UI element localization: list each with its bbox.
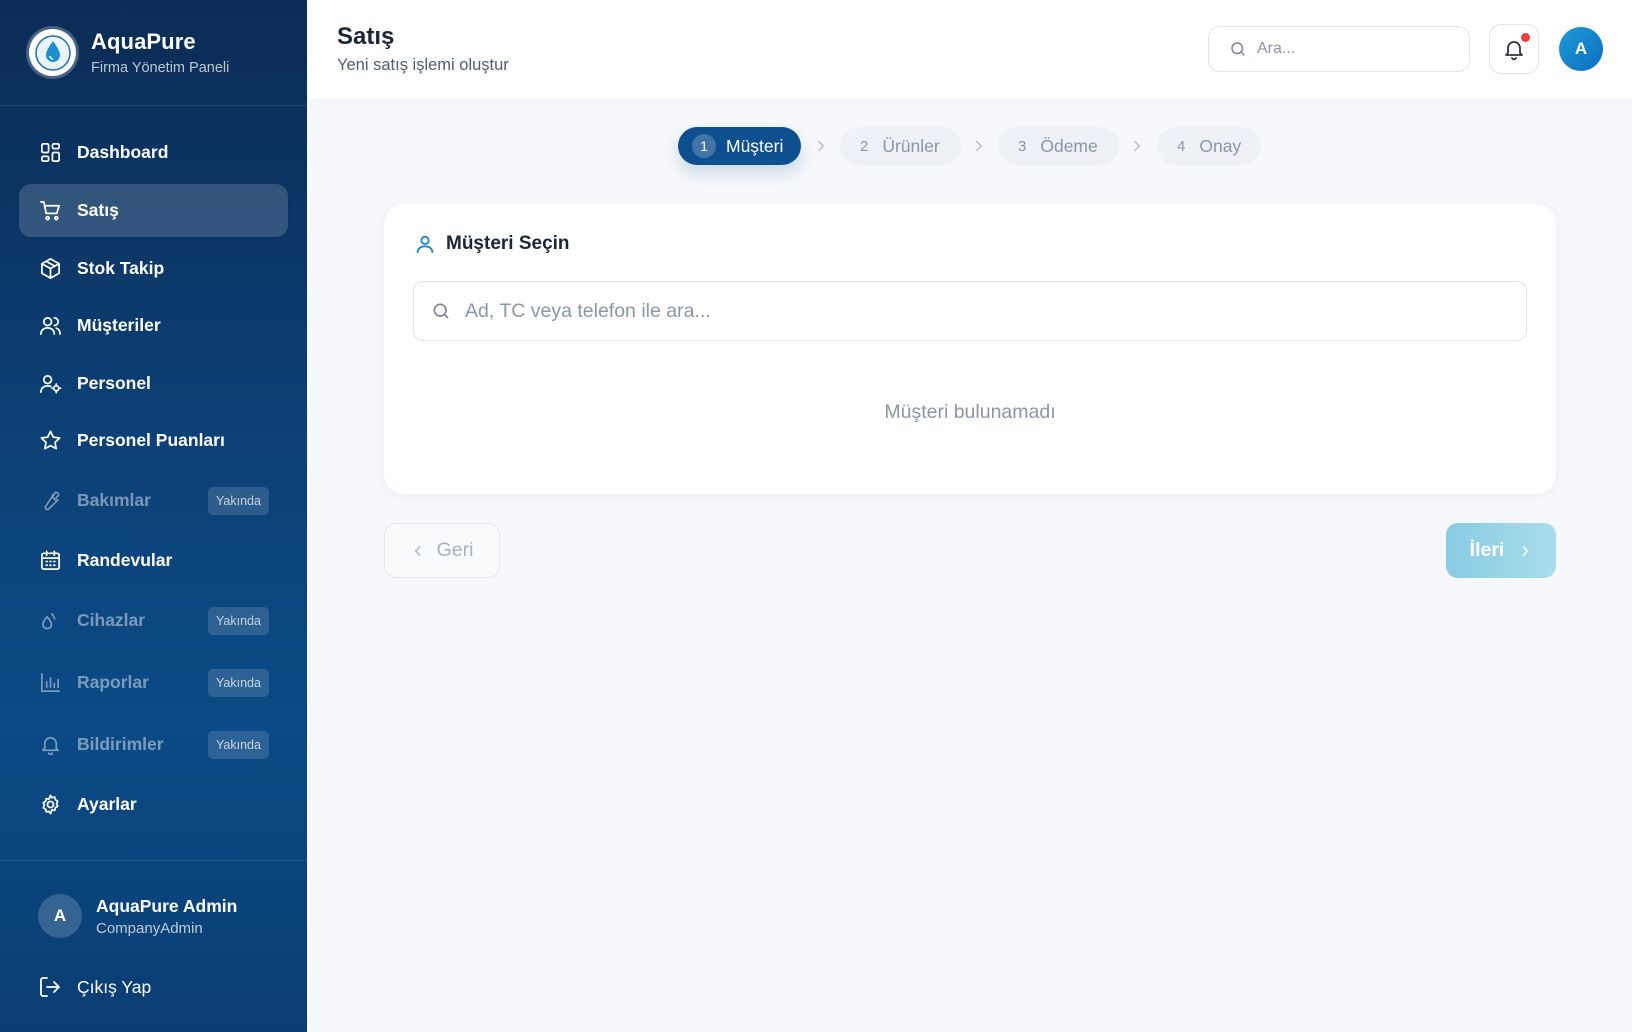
users-icon — [38, 314, 62, 338]
sidebar-item-label: Bakımlar — [77, 490, 151, 510]
gear-icon — [38, 793, 62, 817]
search-input[interactable]: Ara... — [1208, 26, 1470, 72]
step-number: 1 — [692, 134, 716, 158]
step-label: Ürünler — [882, 135, 940, 156]
search-icon — [1231, 42, 1245, 56]
logout-button[interactable]: Çıkış Yap — [38, 975, 151, 999]
coming-soon-badge: Yakında — [208, 606, 269, 635]
sidebar-item-personel[interactable]: Personel — [19, 357, 288, 410]
top-header: Satış Yeni satış işlemi oluştur Ara... A — [307, 0, 1632, 98]
logout-icon — [38, 975, 62, 999]
back-button[interactable]: Geri — [384, 523, 500, 578]
sidebar-user[interactable]: A AquaPure Admin CompanyAdmin — [38, 894, 237, 938]
step-number: 3 — [1018, 137, 1027, 155]
next-button[interactable]: İleri — [1446, 523, 1556, 578]
sidebar-item-label: Personel — [77, 373, 151, 393]
user-icon — [416, 235, 434, 254]
user-name: AquaPure Admin — [96, 895, 238, 916]
sidebar-item-ayarlar[interactable]: Ayarlar — [19, 778, 288, 831]
sidebar-item-musteriler[interactable]: Müşteriler — [19, 299, 288, 352]
sidebar-item-label: Müşteriler — [77, 315, 161, 335]
sidebar-item-label: Personel Puanları — [77, 430, 225, 450]
user-role: CompanyAdmin — [96, 919, 203, 937]
brand-subtitle: Firma Yönetim Paneli — [91, 60, 230, 76]
search-icon — [433, 303, 449, 319]
cart-icon — [38, 199, 62, 223]
sidebar-item-label: Cihazlar — [77, 610, 146, 630]
sidebar-item-satis[interactable]: Satış — [19, 184, 288, 237]
page-title: Satış — [337, 23, 395, 50]
chevron-right-icon — [818, 140, 825, 152]
sidebar-item-raporlar: Raporlar Yakında — [19, 656, 288, 709]
step-number: 4 — [1177, 137, 1186, 155]
next-label: İleri — [1469, 539, 1505, 561]
sidebar-item-bakimlar: Bakımlar Yakında — [19, 474, 288, 527]
sidebar-item-personel-puanlari[interactable]: Personel Puanları — [19, 414, 288, 467]
sidebar-item-label: Stok Takip — [77, 258, 165, 278]
empty-state-text: Müşteri bulunamadı — [884, 401, 1056, 423]
coming-soon-badge: Yakında — [208, 730, 269, 759]
brand-name: AquaPure — [91, 29, 196, 54]
sidebar-item-label: Bildirimler — [77, 734, 164, 754]
star-icon — [38, 429, 62, 453]
calendar-icon — [38, 549, 62, 573]
user-avatar-button[interactable]: A — [1559, 27, 1603, 71]
search-placeholder: Ara... — [1257, 40, 1296, 57]
sidebar-item-label: Ayarlar — [77, 794, 137, 814]
package-icon — [38, 257, 62, 281]
chevron-right-icon — [1522, 545, 1529, 556]
card-title: Müşteri Seçin — [414, 233, 570, 255]
logout-label: Çıkış Yap — [77, 976, 152, 997]
sidebar-item-randevular[interactable]: Randevular — [19, 534, 288, 587]
page-subtitle: Yeni satış işlemi oluştur — [337, 56, 509, 74]
customer-search-input[interactable]: Ad, TC veya telefon ile ara... — [413, 281, 1527, 341]
sidebar-item-bildirimler: Bildirimler Yakında — [19, 718, 288, 771]
step-odeme[interactable]: 3 Ödeme — [998, 127, 1119, 165]
bell-icon — [38, 733, 62, 757]
customer-select-card: Müşteri Seçin Ad, TC veya telefon ile ar… — [384, 204, 1556, 494]
coming-soon-badge: Yakında — [208, 486, 269, 515]
avatar: A — [38, 894, 82, 938]
wrench-icon — [38, 489, 62, 513]
bar-chart-icon — [38, 671, 62, 695]
sale-stepper: 1 Müşteri 2 Ürünler 3 Ödeme 4 Onay — [0, 127, 1632, 165]
droplets-icon — [38, 609, 62, 633]
user-gear-icon — [38, 372, 62, 396]
step-onay[interactable]: 4 Onay — [1157, 127, 1261, 165]
sidebar-item-cihazlar: Cihazlar Yakında — [19, 594, 288, 647]
chevron-right-icon — [1134, 140, 1141, 152]
sidebar-item-stok-takip[interactable]: Stok Takip — [19, 242, 288, 295]
step-label: Onay — [1199, 135, 1242, 156]
customer-search-placeholder: Ad, TC veya telefon ile ara... — [465, 299, 711, 322]
step-number: 2 — [860, 137, 869, 155]
sidebar-item-label: Raporlar — [77, 672, 149, 692]
sidebar-item-label: Randevular — [77, 550, 173, 570]
back-label: Geri — [436, 539, 474, 561]
step-musteri[interactable]: 1 Müşteri — [678, 127, 801, 165]
coming-soon-badge: Yakında — [208, 668, 269, 697]
chevron-right-icon — [976, 140, 983, 152]
notification-dot — [1521, 33, 1530, 42]
step-label: Müşteri — [726, 135, 784, 156]
brand: AquaPure Firma Yönetim Paneli — [0, 0, 307, 106]
chevron-left-icon — [414, 545, 421, 556]
sidebar-footer: A AquaPure Admin CompanyAdmin Çıkış Yap — [0, 860, 307, 997]
card-title-label: Müşteri Seçin — [446, 233, 570, 254]
sidebar-item-label: Satış — [77, 200, 119, 220]
step-urunler[interactable]: 2 Ürünler — [840, 127, 961, 165]
water-drop-logo[interactable] — [29, 29, 76, 76]
notifications-button[interactable] — [1489, 24, 1539, 74]
step-label: Ödeme — [1040, 135, 1098, 156]
